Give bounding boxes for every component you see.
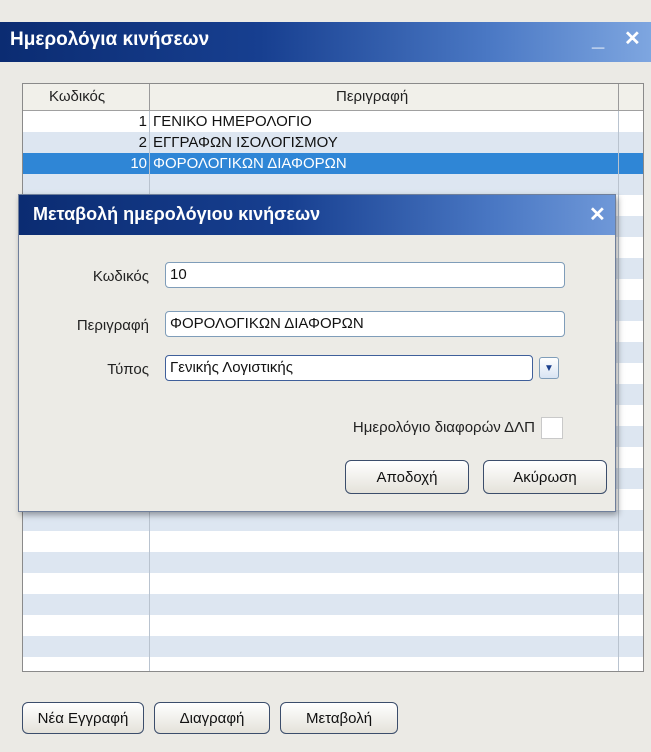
table-row[interactable] [23,573,643,594]
dialog-close-icon[interactable]: ✕ [589,202,606,227]
column-header-description[interactable]: Περιγραφή [336,88,408,105]
grid-header: Κωδικός Περιγραφή [23,84,643,111]
dialog-title-bar: Μεταβολή ημερολόγιου κινήσεων ✕ [19,195,615,235]
delete-button[interactable]: Διαγραφή [154,702,270,734]
cell-description: ΕΓΓΡΑΦΩΝ ΙΣΟΛΟΓΙΣΜΟΥ [153,134,338,151]
table-row[interactable] [23,594,643,615]
title-bar: Ημερολόγια κινήσεων _ ✕ [0,22,651,62]
cell-description: ΓΕΝΙΚΟ ΗΜΕΡΟΛΟΓΙΟ [153,113,312,130]
diff-journal-checkbox[interactable] [541,417,563,439]
type-select[interactable]: Γενικής Λογιστικής [165,355,533,381]
code-label: Κωδικός [92,268,149,285]
journals-window: Ημερολόγια κινήσεων _ ✕ Κωδικός Περιγραφ… [0,0,651,752]
dialog-title: Μεταβολή ημερολόγιου κινήσεων [33,204,321,224]
description-field[interactable]: ΦΟΡΟΛΟΓΙΚΩΝ ΔΙΑΦΟΡΩΝ [165,311,565,337]
column-divider [149,84,150,110]
chevron-down-icon[interactable]: ▼ [539,357,559,379]
column-header-code[interactable]: Κωδικός [49,88,105,105]
table-row[interactable] [23,615,643,636]
edit-button[interactable]: Μεταβολή [280,702,398,734]
window-title: Ημερολόγια κινήσεων [10,29,210,50]
table-row-selected[interactable]: 10 ΦΟΡΟΛΟΓΙΚΩΝ ΔΙΑΦΟΡΩΝ [23,153,643,174]
cell-description: ΦΟΡΟΛΟΓΙΚΩΝ ΔΙΑΦΟΡΩΝ [153,155,347,172]
table-row[interactable]: 1 ΓΕΝΙΚΟ ΗΜΕΡΟΛΟΓΙΟ [23,111,643,132]
close-icon[interactable]: ✕ [624,26,641,51]
table-row[interactable] [23,636,643,657]
table-row[interactable] [23,552,643,573]
cell-code: 10 [130,155,147,172]
table-row[interactable] [23,657,643,671]
table-row[interactable]: 2 ΕΓΓΡΑΦΩΝ ΙΣΟΛΟΓΙΣΜΟΥ [23,132,643,153]
cancel-button[interactable]: Ακύρωση [483,460,607,494]
table-row[interactable] [23,174,643,195]
cell-code: 1 [138,113,147,130]
column-divider [618,84,619,110]
code-field[interactable]: 10 [165,262,565,288]
new-entry-button[interactable]: Νέα Εγγραφή [22,702,144,734]
table-row[interactable] [23,510,643,531]
diff-journal-label: Ημερολόγιο διαφορών ΔΛΠ [352,419,535,436]
description-label: Περιγραφή [76,317,149,334]
minimize-icon[interactable]: _ [592,26,604,52]
cell-code: 2 [138,134,147,151]
edit-journal-dialog: Μεταβολή ημερολόγιου κινήσεων ✕ Κωδικός … [18,194,616,512]
column-divider [618,111,619,671]
accept-button[interactable]: Αποδοχή [345,460,469,494]
table-row[interactable] [23,531,643,552]
type-label: Τύπος [107,361,149,378]
